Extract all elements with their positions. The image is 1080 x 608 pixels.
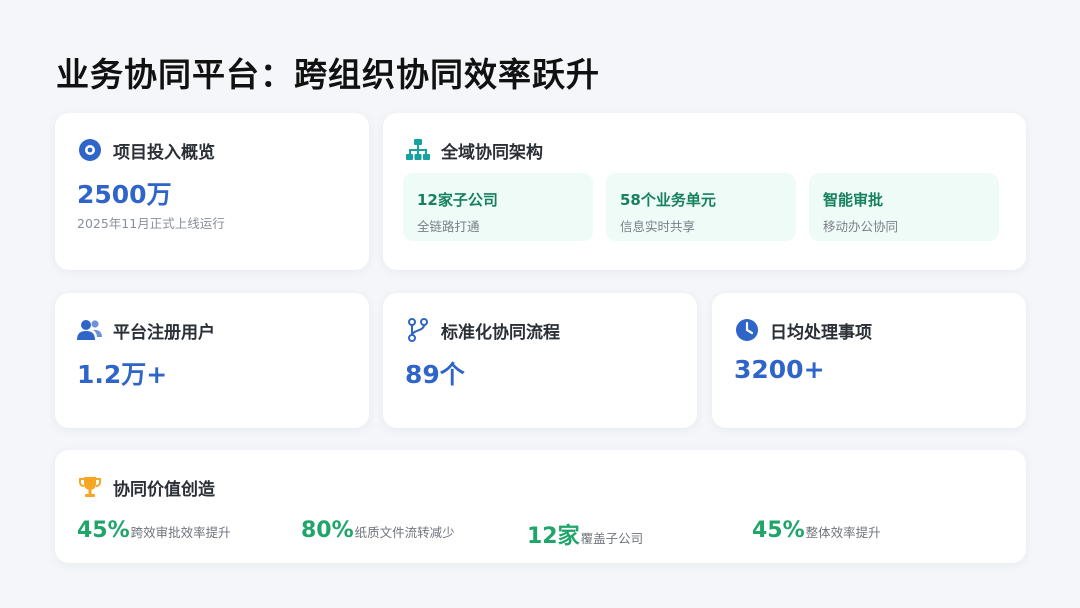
tile-desc: 信息实时共享: [620, 219, 696, 234]
users-label: 平台注册用户: [113, 322, 215, 343]
daily-items-label: 日均处理事项: [770, 322, 872, 343]
overview-value: 2500万: [77, 180, 172, 209]
stat-desc: 整体效率提升: [805, 525, 881, 540]
branch-icon: [405, 317, 431, 343]
value-stat: 12家 覆盖子公司: [527, 518, 643, 550]
clock-icon: [734, 317, 760, 343]
users-icon: [77, 317, 103, 343]
daily-items-card: 日均处理事项 3200+: [712, 293, 1026, 428]
stat-value: 80%: [301, 518, 354, 543]
target-icon: [77, 137, 103, 163]
workflows-card-header: 标准化协同流程: [405, 317, 560, 343]
architecture-label: 全域协同架构: [441, 142, 543, 163]
tile-title: 12家子公司: [417, 191, 498, 209]
users-value: 1.2万+: [77, 360, 168, 389]
stat-desc: 纸质文件流转减少: [354, 525, 455, 540]
overview-note: 2025年11月正式上线运行: [77, 216, 225, 231]
value-creation-label: 协同价值创造: [113, 479, 215, 500]
workflows-card: 标准化协同流程 89个: [383, 293, 697, 428]
stat-desc: 覆盖子公司: [580, 531, 644, 546]
tile-desc: 全链路打通: [417, 219, 480, 234]
tile-title: 58个业务单元: [620, 191, 716, 209]
architecture-tile: 58个业务单元 信息实时共享: [606, 173, 796, 241]
stat-desc: 跨效审批效率提升: [130, 525, 231, 540]
page-title: 业务协同平台：跨组织协同效率跃升: [56, 55, 600, 94]
tile-desc: 移动办公协同: [823, 219, 899, 234]
trophy-icon: [77, 474, 103, 500]
stat-value: 12家: [527, 524, 580, 549]
org-chart-icon: [405, 137, 431, 163]
value-stat: 45% 跨效审批效率提升: [77, 518, 231, 543]
overview-label: 项目投入概览: [113, 142, 215, 163]
stat-value: 45%: [77, 518, 130, 543]
overview-card-header: 项目投入概览: [77, 137, 215, 163]
architecture-card-header: 全域协同架构: [405, 137, 543, 163]
value-creation-card: 协同价值创造 45% 跨效审批效率提升 80% 纸质文件流转减少 12家 覆盖子…: [55, 450, 1026, 563]
value-stat: 80% 纸质文件流转减少: [301, 518, 455, 543]
stat-value: 45%: [752, 518, 805, 543]
architecture-card: 全域协同架构 12家子公司 全链路打通 58个业务单元 信息实时共享 智能审批 …: [383, 113, 1026, 270]
workflows-value: 89个: [405, 360, 465, 389]
architecture-tile: 12家子公司 全链路打通: [403, 173, 593, 241]
users-card: 平台注册用户 1.2万+: [55, 293, 369, 428]
architecture-tile: 智能审批 移动办公协同: [809, 173, 999, 241]
slide: 业务协同平台：跨组织协同效率跃升 项目投入概览 2500万 2025年11月正式…: [0, 0, 1080, 608]
daily-items-value: 3200+: [734, 355, 825, 384]
value-stat: 45% 整体效率提升: [752, 518, 881, 543]
value-creation-card-header: 协同价值创造: [77, 474, 215, 500]
daily-items-card-header: 日均处理事项: [734, 317, 872, 343]
overview-card: 项目投入概览 2500万 2025年11月正式上线运行: [55, 113, 369, 270]
tile-title: 智能审批: [823, 191, 884, 209]
workflows-label: 标准化协同流程: [441, 322, 560, 343]
users-card-header: 平台注册用户: [77, 317, 215, 343]
